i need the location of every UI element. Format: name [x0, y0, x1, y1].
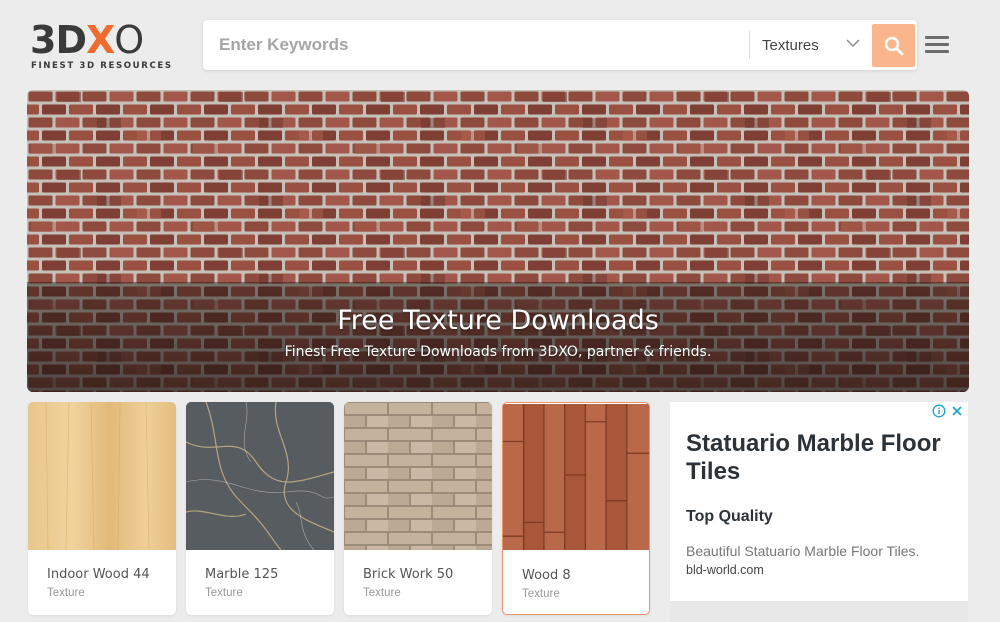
- close-icon[interactable]: [950, 404, 964, 418]
- menu-line: [925, 50, 949, 53]
- search-button[interactable]: [872, 24, 915, 67]
- search-icon: [884, 36, 903, 55]
- chevron-down-icon: [846, 39, 860, 47]
- ad-url[interactable]: bld-world.com: [686, 563, 764, 577]
- hero-subtitle: Finest Free Texture Downloads from 3DXO,…: [284, 344, 712, 360]
- texture-card-selected[interactable]: Wood 8 Texture: [502, 402, 650, 615]
- card-type: Texture: [205, 587, 243, 599]
- search-input[interactable]: [203, 20, 748, 70]
- ad-description: Beautiful Statuario Marble Floor Tiles.: [686, 543, 920, 559]
- card-type: Texture: [47, 587, 85, 599]
- texture-thumbnail-marble: [186, 402, 334, 550]
- card-title: Wood 8: [522, 568, 571, 583]
- ad-title[interactable]: Statuario Marble Floor Tiles: [686, 430, 956, 486]
- logo-tagline: FINEST 3D RESOURCES: [31, 61, 173, 71]
- card-type: Texture: [522, 588, 560, 600]
- ad-controls: [932, 404, 964, 418]
- info-icon[interactable]: [932, 404, 946, 418]
- category-dropdown[interactable]: Textures: [750, 20, 870, 70]
- hero-title: Free Texture Downloads: [337, 305, 659, 336]
- ad-subtitle: Top Quality: [686, 508, 773, 525]
- card-title: Marble 125: [205, 567, 279, 582]
- texture-thumbnail-wood-planks: [503, 404, 649, 550]
- texture-thumbnail-indoor-wood: [28, 402, 176, 550]
- card-title: Brick Work 50: [363, 567, 454, 582]
- texture-card[interactable]: Marble 125 Texture: [186, 402, 334, 615]
- hero-banner: Free Texture Downloads Finest Free Textu…: [27, 90, 969, 392]
- site-logo[interactable]: 3DXO FINEST 3D RESOURCES: [30, 18, 175, 74]
- advertisement[interactable]: Statuario Marble Floor Tiles Top Quality…: [670, 402, 968, 602]
- ad-footer-strip: [670, 601, 968, 622]
- menu-line: [925, 43, 949, 46]
- texture-card[interactable]: Brick Work 50 Texture: [344, 402, 492, 615]
- card-title: Indoor Wood 44: [47, 567, 150, 582]
- card-type: Texture: [363, 587, 401, 599]
- search-bar: Textures: [203, 20, 917, 70]
- texture-thumbnail-brick-work: [344, 402, 492, 550]
- hero-overlay: [27, 282, 969, 392]
- category-selected-label: Textures: [762, 36, 819, 54]
- texture-card[interactable]: Indoor Wood 44 Texture: [28, 402, 176, 615]
- menu-line: [925, 36, 949, 39]
- logo-wordmark: 3DXO: [30, 18, 144, 62]
- hamburger-menu-icon[interactable]: [925, 36, 949, 56]
